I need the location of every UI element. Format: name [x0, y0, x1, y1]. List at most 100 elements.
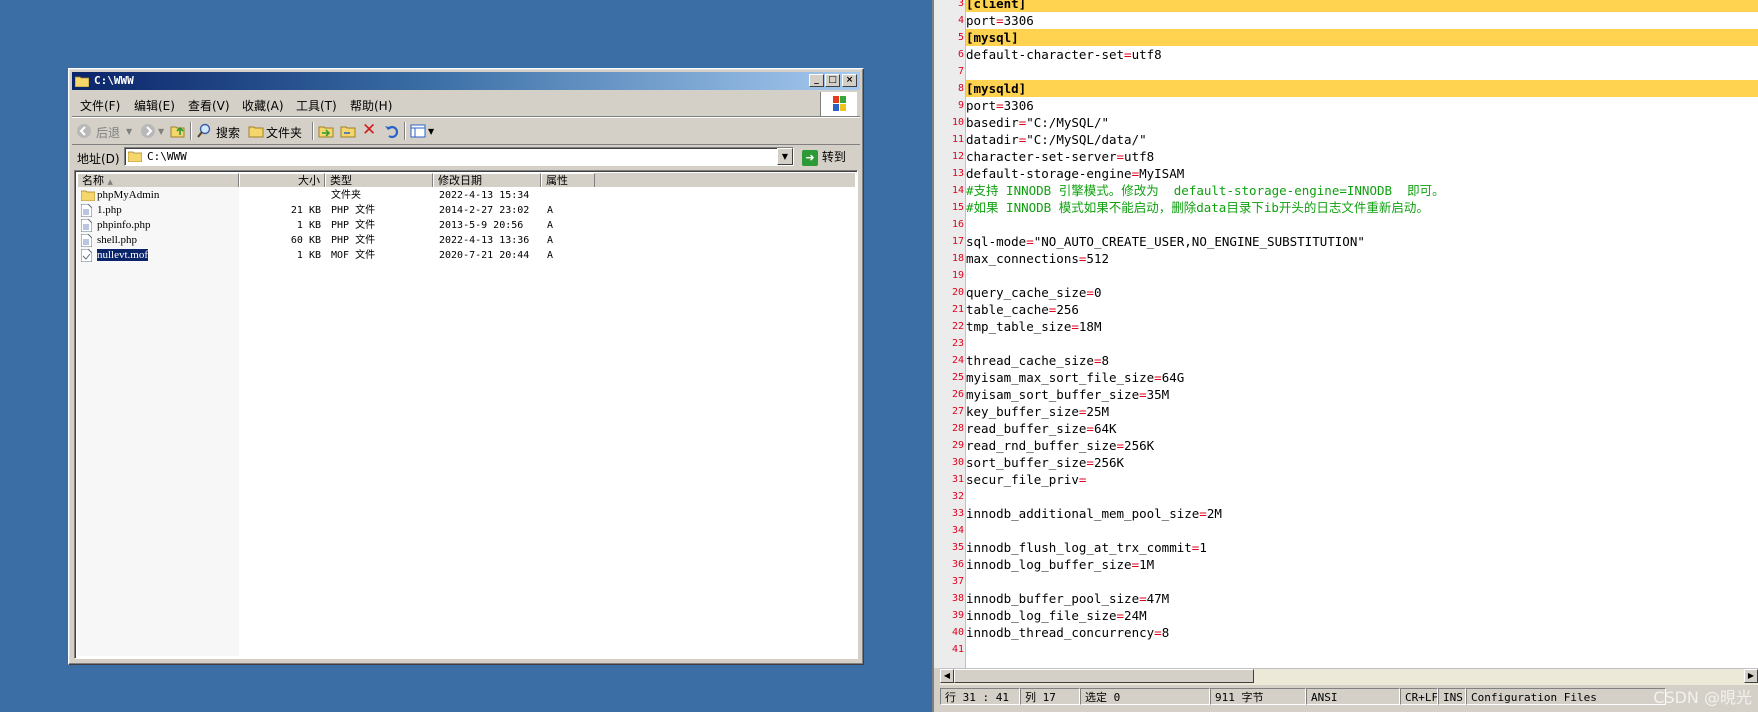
scroll-right-icon[interactable]: ▶ — [1744, 669, 1758, 683]
code-line: tmp_table_size=18M — [966, 319, 1102, 334]
file-list[interactable]: 名称 ▲ 大小 类型 修改日期 属性 phpMyAdmin 文件夹 2022-4… — [74, 170, 858, 659]
horizontal-scrollbar[interactable]: ◀ ▶ — [940, 668, 1758, 685]
line-number: 37 — [951, 576, 964, 587]
code-line: port=3306 — [966, 98, 1034, 113]
line-number: 34 — [951, 525, 964, 536]
file-type: 文件夹 — [331, 190, 361, 201]
back-arrow-icon[interactable] — [76, 123, 92, 142]
menu-favorites[interactable]: 收藏(A) — [242, 97, 284, 114]
code-line: sort_buffer_size=256K — [966, 455, 1125, 470]
file-name: 1.php — [97, 204, 122, 216]
watermark: CSDN @晛光 — [1653, 688, 1752, 707]
section-header-line: [client] — [966, 0, 1758, 12]
menu-file[interactable]: 文件(F) — [80, 97, 120, 114]
line-number: 35 — [951, 542, 964, 553]
delete-icon[interactable]: ✕ — [362, 122, 376, 139]
move-to-icon[interactable] — [318, 123, 334, 142]
folders-button[interactable]: 文件夹 — [266, 124, 302, 141]
line-number: 32 — [951, 491, 964, 502]
code-line: port=3306 — [966, 13, 1034, 28]
back-button[interactable]: 后退 — [96, 124, 120, 141]
line-number: 25 — [951, 372, 964, 383]
windows-logo-icon — [820, 92, 857, 116]
address-dropdown-icon[interactable]: ▼ — [777, 148, 793, 165]
file-name: phpMyAdmin — [97, 189, 160, 201]
column-modified[interactable]: 修改日期 — [433, 173, 541, 187]
line-number: 24 — [951, 355, 964, 366]
line-number: 39 — [951, 610, 964, 621]
file-size: 21 KB — [290, 205, 321, 216]
explorer-titlebar[interactable]: C:\WWW _ □ × — [72, 72, 860, 90]
line-number: 7 — [957, 66, 964, 77]
line-number: 26 — [951, 389, 964, 400]
file-size: 60 KB — [290, 235, 321, 246]
code-line: datadir="C:/MySQL/data/" — [966, 132, 1147, 147]
copy-to-icon[interactable] — [340, 123, 356, 142]
search-icon[interactable] — [196, 123, 212, 142]
folders-icon[interactable] — [248, 123, 264, 142]
scroll-left-icon[interactable]: ◀ — [940, 669, 954, 683]
menu-edit[interactable]: 编辑(E) — [134, 97, 175, 114]
editor-window: 3 4 5 6 7 8 9 10 11 12 13 14 15 16 17 18 19 20 21 22 23 24 25 2… — [932, 0, 1758, 712]
undo-icon[interactable] — [384, 123, 400, 142]
line-number: 14 — [951, 185, 964, 196]
editor-text-area[interactable]: [client] port=3306 [mysql] default-characte… — [966, 0, 1758, 668]
close-button[interactable]: × — [842, 74, 857, 87]
menu-tools[interactable]: 工具(T) — [296, 97, 337, 114]
go-button[interactable]: ➜ 转到 — [802, 148, 846, 166]
file-date: 2022-4-13 13:36 — [439, 235, 530, 246]
file-date: 2014-2-27 23:02 — [439, 205, 530, 216]
line-number: 28 — [951, 423, 964, 434]
line-number: 16 — [951, 219, 964, 230]
code-line: sql-mode="NO_AUTO_CREATE_USER,NO_ENGINE_… — [966, 234, 1365, 249]
toolbar-separator — [312, 122, 313, 140]
up-folder-icon[interactable] — [170, 122, 186, 141]
status-eol: CR+LF — [1400, 688, 1438, 705]
menu-view[interactable]: 查看(V) — [188, 97, 230, 114]
back-dropdown-icon[interactable]: ▼ — [126, 127, 132, 136]
column-attributes[interactable]: 属性 — [541, 173, 595, 187]
code-line: default-storage-engine=MyISAM — [966, 166, 1185, 181]
search-button[interactable]: 搜索 — [216, 124, 240, 141]
code-line: myisam_max_sort_file_size=64G — [966, 370, 1185, 385]
file-type: PHP 文件 — [331, 205, 376, 216]
forward-arrow-icon[interactable] — [140, 123, 156, 142]
file-type: PHP 文件 — [331, 220, 376, 231]
code-line: myisam_sort_buffer_size=35M — [966, 387, 1170, 402]
section-header-line: [mysql] — [966, 29, 1758, 46]
line-number-gutter: 3 4 5 6 7 8 9 10 11 12 13 14 15 16 17 18 19 20 21 22 23 24 25 2… — [934, 0, 966, 668]
status-bar: 行 31 : 41 列 17 选定 0 911 字节 ANSI CR+LF IN… — [940, 686, 1758, 708]
column-type[interactable]: 类型 — [325, 173, 433, 187]
address-input[interactable]: C:\WWW ▼ — [124, 147, 794, 166]
code-line: innodb_buffer_pool_size=47M — [966, 591, 1170, 606]
views-icon[interactable] — [410, 123, 426, 142]
maximize-button[interactable]: □ — [825, 74, 840, 87]
line-number: 11 — [951, 134, 964, 145]
line-number: 6 — [957, 49, 964, 60]
menu-help[interactable]: 帮助(H) — [350, 97, 392, 114]
line-number: 4 — [957, 15, 964, 26]
forward-dropdown-icon[interactable]: ▼ — [158, 127, 164, 136]
file-type: MOF 文件 — [331, 250, 376, 261]
code-line: read_buffer_size=64K — [966, 421, 1117, 436]
file-attr: A — [547, 220, 554, 231]
column-name[interactable]: 名称 ▲ — [77, 173, 239, 187]
line-number: 8 — [957, 83, 964, 94]
toolbar: 后退 ▼ ▼ 搜索 文件夹 ✕ ▼ — [72, 117, 860, 145]
minimize-button[interactable]: _ — [809, 74, 824, 87]
column-size[interactable]: 大小 — [239, 173, 325, 187]
status-mode: INS — [1438, 688, 1466, 705]
scrollbar-thumb[interactable] — [954, 669, 1254, 683]
code-line: character-set-server=utf8 — [966, 149, 1155, 164]
views-dropdown-icon[interactable]: ▼ — [428, 127, 434, 136]
line-number: 22 — [951, 321, 964, 332]
line-number: 41 — [951, 644, 964, 655]
line-number: 13 — [951, 168, 964, 179]
status-line: 行 31 : 41 — [940, 688, 1020, 705]
